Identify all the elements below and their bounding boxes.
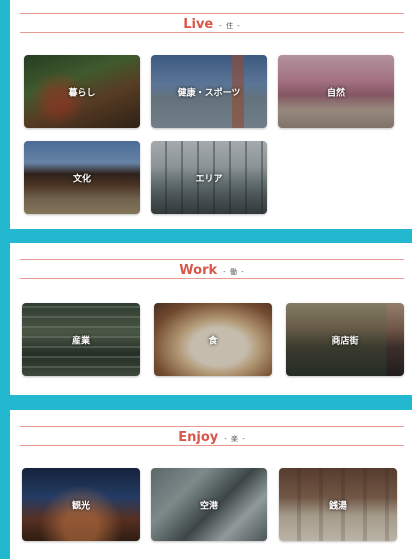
tile-shopping-street[interactable]: 商店街 [286,303,404,376]
live-section-subtitle: - 住 - [219,22,241,30]
tile-public-bath[interactable]: 銭湯 [279,468,397,541]
tile-area[interactable]: エリア [151,141,267,214]
work-section-subtitle: - 働 - [223,268,245,276]
tile-nature[interactable]: 自然 [278,55,394,128]
header-rule-top [20,259,404,260]
tile-industry[interactable]: 産業 [22,303,140,376]
work-section-header: Work - 働 - [20,259,404,279]
enjoy-section-subtitle: - 楽 - [224,435,246,443]
tile-label: 空港 [199,501,218,511]
enjoy-section: Enjoy - 楽 - 観光 空港 銭湯 [10,410,412,559]
tile-label: 自然 [326,88,345,98]
tile-label: 銭湯 [328,501,347,511]
tile-health-sports[interactable]: 健康・スポーツ [151,55,267,128]
tile-label: 文化 [72,174,91,184]
work-section: Work - 働 - 産業 食 商店街 [10,243,412,395]
tile-label: 商店街 [331,336,359,346]
tile-label: エリア [195,174,223,184]
tile-label: 食 [208,336,218,346]
tile-culture[interactable]: 文化 [24,141,140,214]
live-section-header: Live - 住 - [20,13,404,33]
enjoy-section-title: Enjoy [178,430,219,445]
header-rule-bottom [20,445,404,446]
tile-label: 健康・スポーツ [177,88,241,98]
tile-airport[interactable]: 空港 [151,468,267,541]
header-rule-top [20,426,404,427]
tile-label: 観光 [71,501,90,511]
tile-food[interactable]: 食 [154,303,272,376]
live-section-title: Live [183,17,214,32]
live-section: Live - 住 - 暮らし 健康・スポーツ 自然 文化 エリア [10,0,412,229]
enjoy-section-header: Enjoy - 楽 - [20,426,404,446]
tile-tourism[interactable]: 観光 [22,468,140,541]
tile-label: 暮らし [68,88,96,98]
tile-label: 産業 [71,336,90,346]
header-rule-bottom [20,32,404,33]
work-section-title: Work [179,263,218,278]
header-rule-top [20,13,404,14]
tile-kurashi[interactable]: 暮らし [24,55,140,128]
header-rule-bottom [20,278,404,279]
